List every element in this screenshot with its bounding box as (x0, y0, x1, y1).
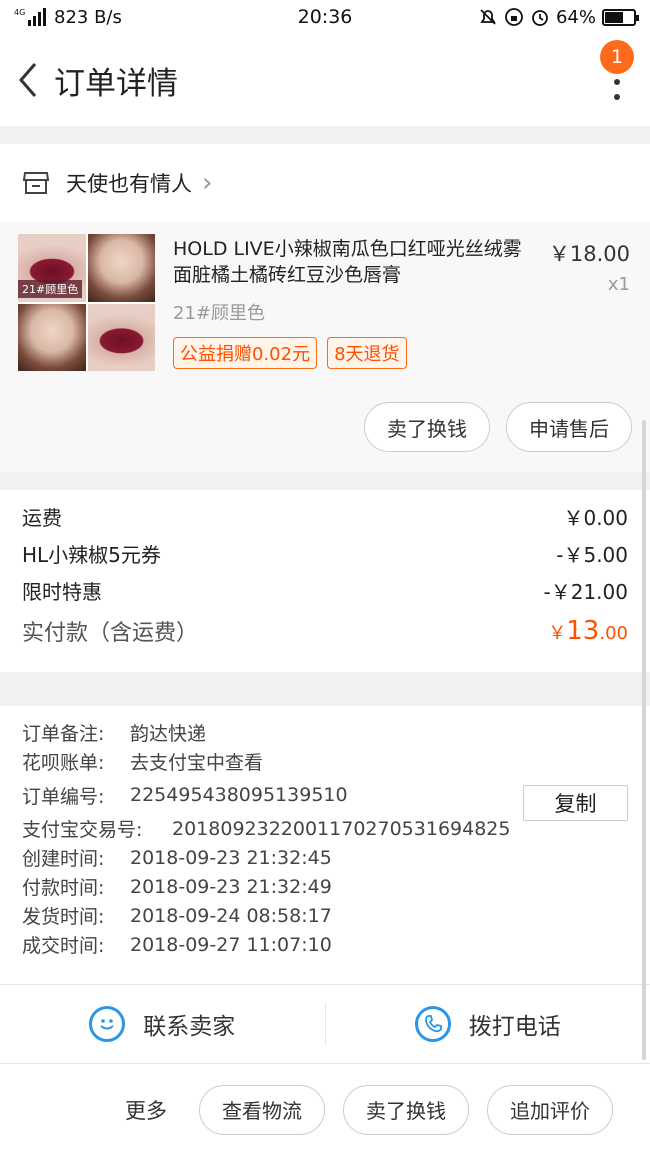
info-value[interactable]: 去支付宝中查看 (130, 748, 263, 775)
chevron-left-icon (19, 63, 37, 97)
status-right: 64% (406, 6, 639, 28)
status-bar: 4G 823 B/s 20:36 64% (0, 0, 650, 34)
total-amount: ￥13.00 (548, 616, 628, 646)
chat-icon (89, 1006, 126, 1042)
scrollbar[interactable] (642, 420, 646, 1060)
order-info: 订单备注: 韵达快递 花呗账单: 去支付宝中查看 订单编号: 225495438… (0, 706, 650, 984)
info-label: 创建时间: (22, 848, 105, 870)
network-speed: 823 B/s (54, 6, 122, 28)
svg-text:4G: 4G (14, 8, 25, 17)
total-label: 实付款（含运费） (22, 621, 199, 646)
fee-row: 运费 ￥0.00 (22, 498, 628, 535)
info-value: 韵达快递 (130, 723, 207, 745)
resell-button[interactable]: 卖了换钱 (364, 402, 490, 452)
phone-icon (414, 1006, 451, 1042)
product-sku: 21#顾里色 (173, 303, 265, 324)
fee-value: ￥0.00 (563, 506, 628, 530)
product-title[interactable]: HOLD LIVE小辣椒南瓜色口红哑光丝绒雾面脏橘土橘砖红豆沙色唇膏 (173, 236, 523, 288)
info-label: 订单备注: (22, 723, 105, 745)
info-label: 付款时间: (22, 877, 105, 899)
service-tags: 公益捐赠0.02元 8天退货 (173, 337, 407, 369)
mute-icon (480, 9, 496, 25)
info-row-paid: 付款时间: 2018-09-23 21:32:49 (22, 872, 628, 901)
charity-tag: 公益捐赠0.02元 (173, 337, 318, 369)
add-review-button[interactable]: 追加评价 (487, 1084, 613, 1135)
store-icon (22, 172, 50, 194)
fee-row: 限时特惠 -￥21.00 (22, 572, 628, 609)
signal-icon: 4G (14, 8, 46, 26)
fee-label: 限时特惠 (22, 580, 102, 604)
shop-name: 天使也有情人 (66, 172, 192, 196)
notification-badge: 1 (600, 40, 634, 74)
alipay-trade-number: 2018092322001170270531694825 (172, 817, 511, 840)
alarm-icon (532, 10, 548, 26)
shop-row[interactable]: 天使也有情人 › (0, 144, 650, 222)
item-actions: 卖了换钱 申请售后 (364, 402, 632, 452)
bottom-action-bar: 更多 查看物流 卖了换钱 追加评价 (0, 1064, 650, 1155)
total-row: 实付款（含运费） ￥13.00 (22, 609, 628, 653)
resell-button-bottom[interactable]: 卖了换钱 (343, 1084, 469, 1135)
contact-bar: 联系卖家 拨打电话 (0, 984, 650, 1064)
product-quantity: x1 (607, 274, 630, 295)
info-value: 2018-09-27 11:07:10 (130, 933, 332, 956)
info-label: 花呗账单: (22, 752, 105, 774)
nav-bar: 订单详情 1 (0, 34, 650, 126)
battery-percent: 64% (555, 6, 596, 28)
product-thumbnail[interactable]: 21#顾里色 (18, 234, 155, 371)
info-value: 2018-09-23 21:32:45 (130, 846, 332, 869)
battery-icon (602, 8, 639, 26)
call-phone-label: 拨打电话 (468, 1014, 561, 1040)
info-row-done: 成交时间: 2018-09-27 11:07:10 (22, 930, 628, 959)
order-number: 225495438095139510 (130, 784, 348, 806)
call-phone-button[interactable]: 拨打电话 (326, 985, 650, 1063)
info-row-remark: 订单备注: 韵达快递 (22, 718, 628, 747)
more-actions-button[interactable]: 更多 (125, 1095, 167, 1125)
fee-summary: 运费 ￥0.00 HL小辣椒5元券 -￥5.00 限时特惠 -￥21.00 实付… (0, 490, 650, 672)
copy-button[interactable]: 复制 (523, 785, 628, 821)
fee-label: HL小辣椒5元券 (22, 543, 161, 567)
info-label: 订单编号: (22, 785, 105, 808)
info-label: 发货时间: (22, 906, 105, 928)
info-row-huabei[interactable]: 花呗账单: 去支付宝中查看 (22, 747, 628, 776)
status-left: 4G 823 B/s (14, 7, 244, 28)
product-price: ￥18.00 (548, 242, 630, 266)
info-label: 支付宝交易号: (22, 819, 143, 841)
info-value: 2018-09-23 21:32:49 (130, 875, 332, 898)
chevron-right-icon: › (202, 168, 213, 198)
contact-seller-label: 联系卖家 (143, 1014, 236, 1040)
page-title: 订单详情 (54, 65, 178, 102)
fee-row: HL小辣椒5元券 -￥5.00 (22, 535, 628, 572)
view-logistics-button[interactable]: 查看物流 (199, 1084, 325, 1135)
order-item: 21#顾里色 HOLD LIVE小辣椒南瓜色口红哑光丝绒雾面脏橘土橘砖红豆沙色唇… (0, 222, 650, 472)
fee-label: 运费 (22, 506, 62, 530)
info-row-shipped: 发货时间: 2018-09-24 08:58:17 (22, 901, 628, 930)
fee-value: -￥5.00 (556, 543, 628, 567)
status-time: 20:36 (297, 6, 353, 28)
fee-value: -￥21.00 (543, 580, 628, 604)
info-row-created: 创建时间: 2018-09-23 21:32:45 (22, 843, 628, 872)
back-button[interactable] (8, 60, 48, 100)
thumbnail-tag: 21#顾里色 (18, 279, 83, 298)
lock-rotation-icon (505, 8, 523, 26)
info-label: 成交时间: (22, 935, 105, 957)
after-sale-button[interactable]: 申请售后 (506, 402, 632, 452)
return-policy-tag: 8天退货 (327, 337, 407, 369)
info-value: 2018-09-24 08:58:17 (130, 904, 332, 927)
contact-seller-button[interactable]: 联系卖家 (0, 985, 325, 1063)
